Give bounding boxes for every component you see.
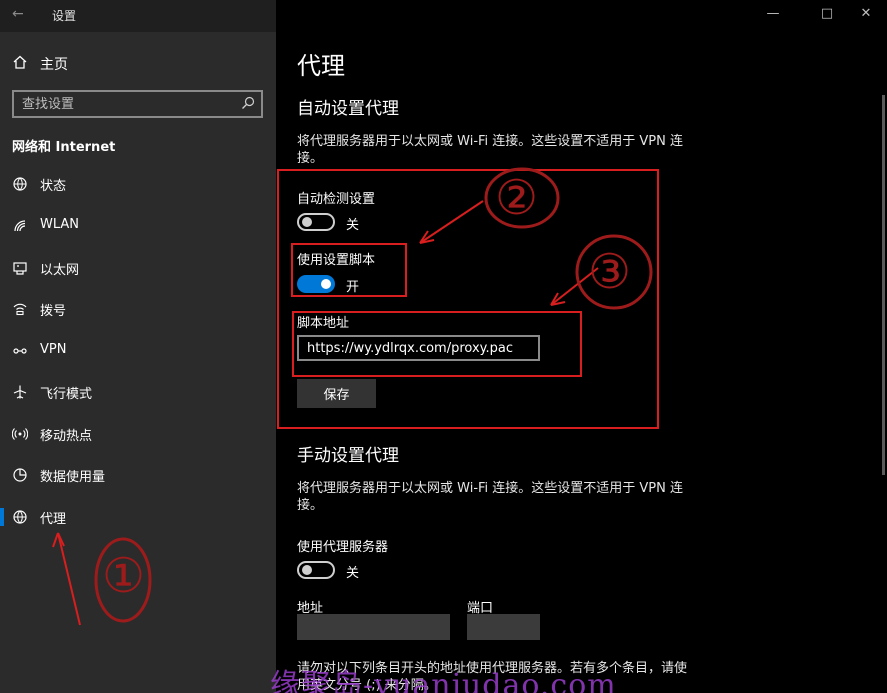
search-input[interactable] [22, 95, 222, 113]
annotation-box-script [291, 243, 407, 297]
maximize-icon[interactable]: □ [817, 6, 837, 22]
sidebar-item-proxy[interactable]: 代理 [0, 500, 276, 534]
proxy-port-input[interactable] [467, 614, 540, 640]
sidebar-item-hotspot[interactable]: 移动热点 [0, 417, 276, 451]
data-usage-icon [13, 468, 27, 482]
sidebar-item-label: WLAN [40, 217, 80, 232]
window-title: 设置 [52, 9, 77, 23]
proxy-address-input[interactable] [297, 614, 450, 640]
page-title: 代理 [297, 52, 345, 80]
sidebar-item-label: 代理 [40, 512, 67, 527]
ethernet-icon [13, 262, 27, 275]
minimize-icon[interactable]: — [763, 6, 783, 22]
sidebar-item-label: 拨号 [40, 304, 67, 319]
vpn-icon [13, 348, 27, 354]
sidebar-item-wlan[interactable]: WLAN [0, 209, 276, 243]
manual-proxy-desc: 将代理服务器用于以太网或 Wi-Fi 连接。这些设置不适用于 VPN 连接。 [297, 481, 684, 513]
manual-proxy-title: 手动设置代理 [297, 446, 399, 466]
close-icon[interactable]: ✕ [856, 6, 876, 22]
watermark: 缘聚岛-yuanjudao.com [270, 668, 617, 693]
auto-proxy-title: 自动设置代理 [297, 99, 399, 119]
section-title: 网络和 Internet [12, 140, 116, 155]
auto-proxy-desc: 将代理服务器用于以太网或 Wi-Fi 连接。这些设置不适用于 VPN 连接。 [297, 134, 684, 166]
annotation-box-address [292, 311, 582, 377]
wifi-icon [14, 220, 26, 232]
sidebar-item-label: 主页 [40, 57, 68, 73]
use-proxy-toggle[interactable] [297, 561, 335, 579]
sidebar-item-home[interactable]: 主页 [0, 46, 276, 80]
sidebar-item-label: 状态 [40, 179, 67, 194]
use-proxy-state: 关 [346, 566, 360, 581]
globe-icon [13, 510, 27, 524]
sidebar-item-label: 飞行模式 [40, 387, 93, 402]
sidebar-item-vpn[interactable]: VPN [0, 334, 276, 368]
airplane-icon [13, 385, 27, 399]
sidebar-item-airplane[interactable]: 飞行模式 [0, 375, 276, 409]
sidebar-item-label: VPN [40, 342, 67, 357]
home-icon [13, 55, 27, 69]
sidebar-item-label: 移动热点 [40, 429, 93, 444]
scrollbar[interactable] [882, 95, 885, 475]
sidebar-item-data-usage[interactable]: 数据使用量 [0, 458, 276, 492]
sidebar-item-label: 数据使用量 [40, 470, 106, 485]
sidebar-item-status[interactable]: 状态 [0, 167, 276, 201]
title-bar: ← 设置 [0, 0, 276, 32]
hotspot-icon [12, 428, 28, 440]
globe-status-icon [13, 177, 27, 191]
sidebar-item-label: 以太网 [40, 263, 80, 278]
toggle-knob [302, 565, 312, 575]
active-indicator [0, 508, 4, 526]
annotation-mark-1: ① [102, 548, 146, 604]
annotation-mark-2: ② [495, 170, 539, 226]
sidebar-item-dialup[interactable]: 拨号 [0, 292, 276, 326]
dialup-icon [13, 303, 27, 316]
search-icon[interactable] [241, 96, 255, 110]
use-proxy-label: 使用代理服务器 [297, 540, 389, 555]
search-box[interactable] [12, 90, 263, 118]
annotation-mark-3: ③ [588, 244, 632, 300]
back-arrow-icon[interactable]: ← [12, 6, 28, 22]
sidebar-item-ethernet[interactable]: 以太网 [0, 251, 276, 285]
